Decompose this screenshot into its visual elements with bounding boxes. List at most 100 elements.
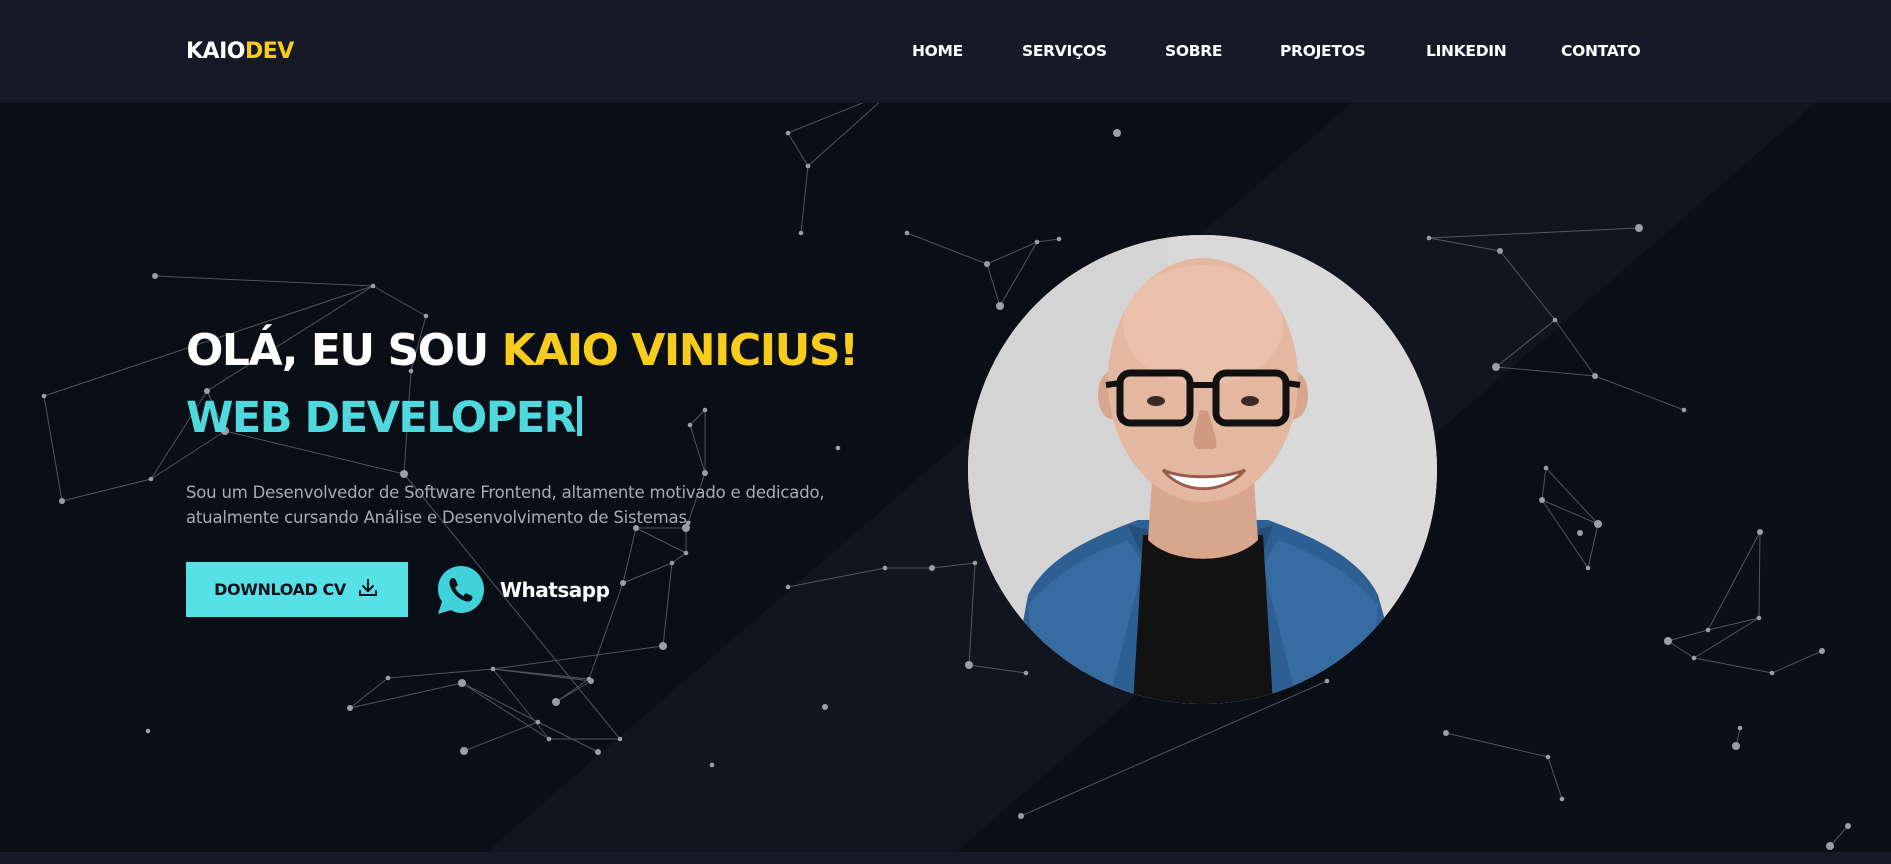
network-dot [1592, 373, 1598, 379]
network-dot [1737, 725, 1743, 731]
network-dot [1594, 520, 1602, 528]
nav-home[interactable]: HOME [912, 42, 963, 60]
network-dot [822, 704, 828, 710]
nav-projetos[interactable]: PROJETOS [1280, 42, 1366, 60]
network-dot [929, 565, 935, 571]
network-dot [972, 560, 978, 566]
network-line [671, 552, 687, 564]
network-dot [1552, 317, 1558, 323]
bottom-strip [0, 852, 1891, 864]
network-line [689, 409, 706, 426]
network-line [787, 132, 809, 167]
description-line-2: atualmente cursando Análise e Desenvolvi… [186, 508, 692, 527]
network-dot [1426, 235, 1432, 241]
network-dot [460, 747, 468, 755]
network-line [43, 395, 63, 502]
network-line [492, 668, 590, 680]
whatsapp-link[interactable]: Whatsapp [434, 562, 610, 617]
network-line [1495, 366, 1596, 377]
network-line [622, 562, 673, 584]
network-dot [1826, 842, 1834, 850]
network-line [492, 645, 664, 670]
hero-description: Sou um Desenvolvedor de Software Fronten… [186, 480, 886, 530]
network-line [800, 165, 809, 234]
header: KAIODEV HOME SERVIÇOS SOBRE PROJETOS LIN… [0, 0, 1891, 103]
network-dot [1443, 730, 1449, 736]
network-dot [702, 470, 708, 476]
network-dot [490, 666, 496, 672]
download-cv-button[interactable]: DOWNLOAD CV [186, 562, 408, 617]
network-dot [1324, 678, 1330, 684]
network-dot [1023, 670, 1029, 676]
hero-title: OLÁ, EU SOU KAIO VINICIUS! [186, 325, 860, 376]
network-dot [1756, 615, 1762, 621]
network-dot [996, 302, 1004, 310]
network-dot [1545, 754, 1551, 760]
network-dot [965, 661, 973, 669]
network-dot [1691, 655, 1697, 661]
network-line [461, 682, 550, 740]
network-dot [552, 698, 560, 706]
network-dot [385, 675, 391, 681]
network-line [1545, 467, 1599, 525]
network-dot [1732, 742, 1740, 750]
network-dot [1585, 565, 1591, 571]
network-dot [41, 393, 47, 399]
network-dot [882, 565, 888, 571]
network-dot [1034, 239, 1040, 245]
whatsapp-icon [434, 563, 488, 617]
hero-name: KAIO VINICIUS! [501, 325, 860, 376]
network-line [689, 424, 706, 474]
network-dot [59, 498, 65, 504]
network-dot [669, 560, 675, 566]
network-dot [904, 230, 910, 236]
network-dot [1492, 363, 1500, 371]
network-dot [805, 163, 811, 169]
network-dot [1819, 648, 1825, 654]
network-dot [1018, 813, 1024, 819]
nav-sobre[interactable]: SOBRE [1165, 42, 1222, 60]
network-dot [683, 550, 689, 556]
network-dot [1757, 529, 1763, 535]
network-dot [687, 422, 693, 428]
network-dot [370, 283, 376, 289]
download-cv-label: DOWNLOAD CV [214, 580, 346, 599]
network-dot [400, 470, 408, 478]
network-line [1541, 467, 1547, 501]
network-line [906, 232, 988, 265]
network-dot [702, 407, 708, 413]
network-dot [595, 749, 601, 755]
network-dot [785, 130, 791, 136]
nav-linkedin[interactable]: LINKEDIN [1426, 42, 1507, 60]
network-line [1554, 319, 1596, 377]
network-line [787, 103, 864, 134]
network-dot [546, 736, 552, 742]
network-dot [423, 313, 429, 319]
whatsapp-label: Whatsapp [500, 577, 610, 602]
network-line [372, 285, 427, 317]
nav-contato[interactable]: CONTATO [1561, 42, 1641, 60]
network-dot [588, 678, 594, 684]
network-line [662, 562, 673, 647]
network-line [807, 103, 880, 167]
network-line [349, 682, 463, 709]
network-dot [1845, 823, 1851, 829]
profile-photo [968, 235, 1437, 704]
network-dot [1113, 129, 1121, 137]
network-line [461, 682, 539, 723]
network-dot [620, 580, 626, 586]
role-text: WEB DEVELOPER [186, 393, 577, 443]
network-dot [1056, 236, 1062, 242]
nav-servicos[interactable]: SERVIÇOS [1022, 42, 1107, 60]
network-dot [535, 719, 541, 725]
typing-cursor [577, 396, 583, 436]
network-dot [145, 728, 151, 734]
network-dot [1577, 530, 1583, 536]
network-line [61, 478, 152, 502]
page: KAIODEV HOME SERVIÇOS SOBRE PROJETOS LIN… [0, 0, 1891, 864]
network-dot [1539, 497, 1545, 503]
network-dot [1681, 407, 1687, 413]
network-line [635, 527, 687, 554]
network-line [555, 680, 592, 703]
network-dot [785, 584, 791, 590]
